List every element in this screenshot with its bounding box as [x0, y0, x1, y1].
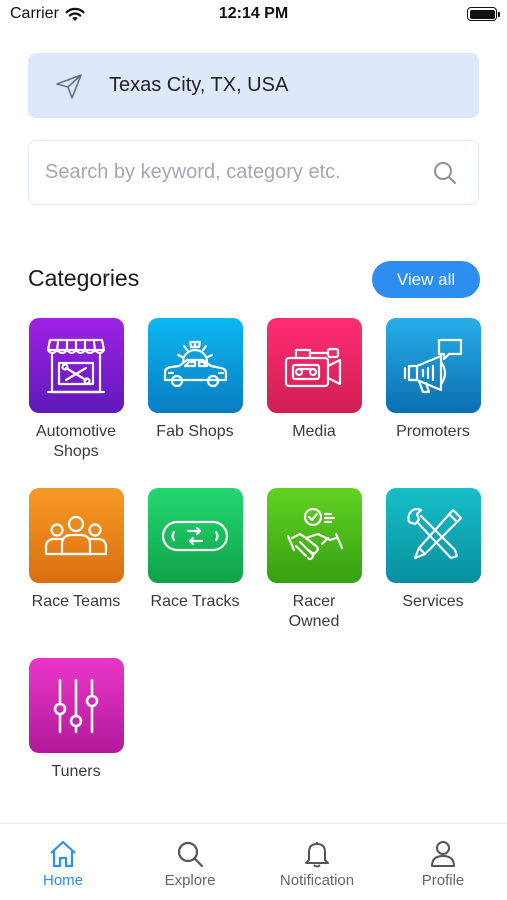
car-gear-icon: [147, 318, 243, 413]
category-label: Tuners: [51, 763, 101, 780]
search-icon[interactable]: [432, 160, 458, 186]
nav-label: Profile: [421, 872, 465, 889]
location-text: Texas City, TX, USA: [109, 74, 289, 96]
sliders-icon: [28, 658, 124, 753]
storefront-wrench-icon: [28, 318, 124, 413]
category-race-tracks[interactable]: Race Tracks: [147, 488, 243, 612]
carrier-label: Carrier: [10, 5, 59, 22]
category-fab-shops[interactable]: Fab Shops: [147, 318, 243, 442]
handshake-icon: [266, 488, 362, 583]
category-racer-owned[interactable]: Racer Owned: [266, 488, 362, 632]
search-input[interactable]: [45, 161, 432, 184]
nav-label: Home: [42, 872, 83, 889]
category-label: Race Teams: [31, 593, 121, 610]
view-all-button[interactable]: View all: [372, 261, 480, 298]
bell-icon: [305, 842, 329, 868]
nav-notification[interactable]: Notification: [262, 838, 372, 889]
search-icon: [177, 841, 204, 868]
search-bar: [28, 140, 479, 205]
category-media[interactable]: Media: [266, 318, 362, 442]
location-selector[interactable]: Texas City, TX, USA: [28, 53, 479, 118]
nav-explore[interactable]: Explore: [135, 838, 245, 889]
category-label: Promoters: [396, 423, 470, 440]
paper-plane-icon: [54, 71, 84, 101]
category-race-teams[interactable]: Race Teams: [28, 488, 124, 612]
wifi-icon: [65, 7, 85, 21]
category-tuners[interactable]: Tuners: [28, 658, 124, 782]
category-label: Race Tracks: [150, 593, 240, 610]
categories-heading: Categories: [28, 265, 140, 291]
carrier-info: Carrier: [10, 5, 85, 23]
team-icon: [28, 488, 124, 583]
nav-label: Explore: [164, 872, 216, 889]
category-label: Services: [402, 593, 464, 610]
home-icon: [50, 840, 76, 868]
megaphone-icon: [385, 318, 481, 413]
tools-icon: [385, 488, 481, 583]
category-promoters[interactable]: Promoters: [385, 318, 481, 442]
bottom-nav: Home Explore Notification Profile: [0, 823, 507, 900]
category-label: Racer Owned: [288, 593, 340, 630]
category-label: Automotive Shops: [35, 423, 117, 460]
status-bar: Carrier 12:14 PM: [0, 0, 507, 30]
video-camera-icon: [266, 318, 362, 413]
category-label: Media: [292, 423, 336, 440]
race-track-icon: [147, 488, 243, 583]
person-icon: [431, 841, 455, 867]
battery-icon: [467, 7, 500, 21]
category-label: Fab Shops: [156, 423, 234, 440]
nav-label: Notification: [279, 872, 355, 889]
category-services[interactable]: Services: [385, 488, 481, 612]
nav-profile[interactable]: Profile: [388, 838, 498, 889]
category-automotive-shops[interactable]: Automotive Shops: [28, 318, 124, 462]
nav-home[interactable]: Home: [8, 838, 118, 889]
